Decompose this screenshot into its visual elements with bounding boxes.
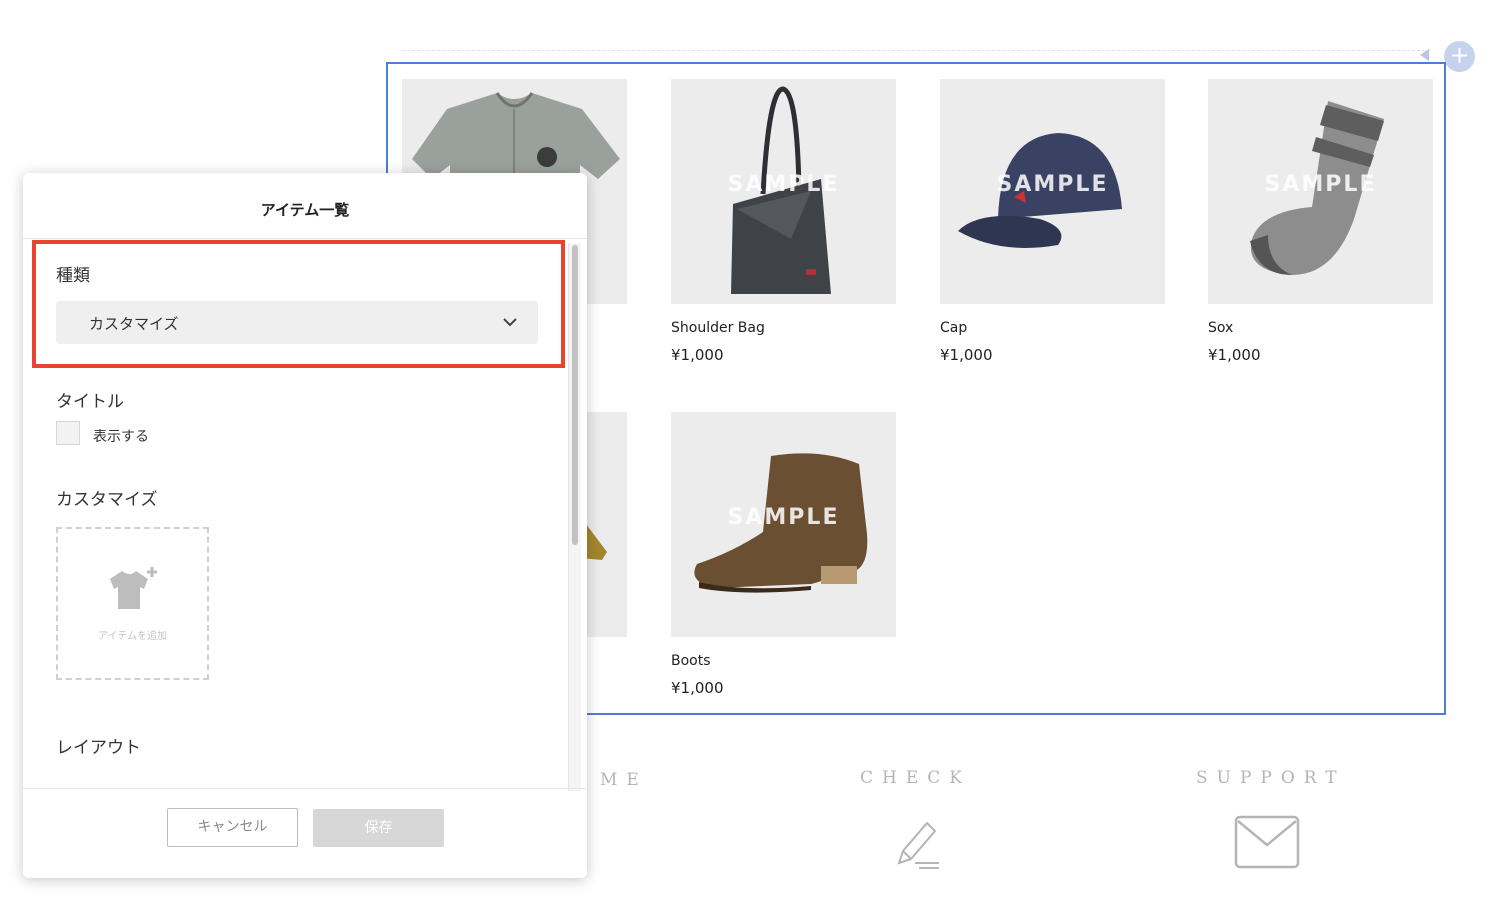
sample-watermark: SAMPLE [727,505,840,530]
item-list-settings-panel: アイテム一覧 種類 カスタマイズ タイトル 表示する カスタマイズ アイテムを追… [23,173,587,878]
sample-watermark: SAMPLE [996,172,1109,197]
customize-label: カスタマイズ [56,490,158,510]
type-highlight-box [32,240,565,368]
panel-footer-divider [23,788,587,789]
product-price: ¥1,000 [671,679,724,697]
panel-title: アイテム一覧 [260,201,350,219]
save-button[interactable]: 保存 [313,809,444,847]
show-title-label[interactable]: 表示する [93,426,149,446]
product-card[interactable]: SAMPLE Cap ¥1,000 [940,79,1165,364]
cap-image: SAMPLE [940,79,1165,304]
product-name: Sox [1208,320,1234,336]
block-top-guide [402,50,1430,51]
boots-image: SAMPLE [671,412,896,637]
product-name: Boots [671,653,711,669]
welcome-fragment-text: ME [600,770,648,790]
layout-label: レイアウト [56,738,141,758]
pencil-icon [897,821,939,869]
panel-scrollbar[interactable] [568,243,581,791]
block-handle-icon[interactable] [1420,49,1429,61]
support-heading: SUPPORT [1196,768,1346,788]
cancel-button[interactable]: キャンセル [167,808,298,847]
product-price: ¥1,000 [1208,346,1261,364]
product-name: Cap [940,320,968,336]
add-item-text: アイテムを追加 [98,631,167,642]
bag-image: SAMPLE [671,79,896,304]
show-title-checkbox[interactable] [56,421,80,445]
product-card[interactable]: SAMPLE Boots ¥1,000 [671,412,896,697]
check-heading: CHECK [860,768,971,788]
title-label: タイトル [56,392,124,412]
product-price: ¥1,000 [671,346,724,364]
shirt-add-icon [110,567,157,609]
add-item-button[interactable]: アイテムを追加 [56,527,209,680]
product-name: Shoulder Bag [671,320,765,336]
panel-divider [23,238,587,239]
sample-watermark: SAMPLE [1264,172,1377,197]
socks-image: SAMPLE [1208,79,1433,304]
plus-icon: + [1449,41,1470,69]
product-card[interactable]: SAMPLE Sox ¥1,000 [1208,79,1433,364]
sample-watermark: SAMPLE [727,172,840,197]
envelope-icon [1234,815,1300,869]
product-price: ¥1,000 [940,346,993,364]
product-card[interactable]: SAMPLE Shoulder Bag ¥1,000 [671,79,896,364]
scrollbar-thumb[interactable] [572,245,578,545]
add-block-button[interactable]: + [1444,41,1475,72]
